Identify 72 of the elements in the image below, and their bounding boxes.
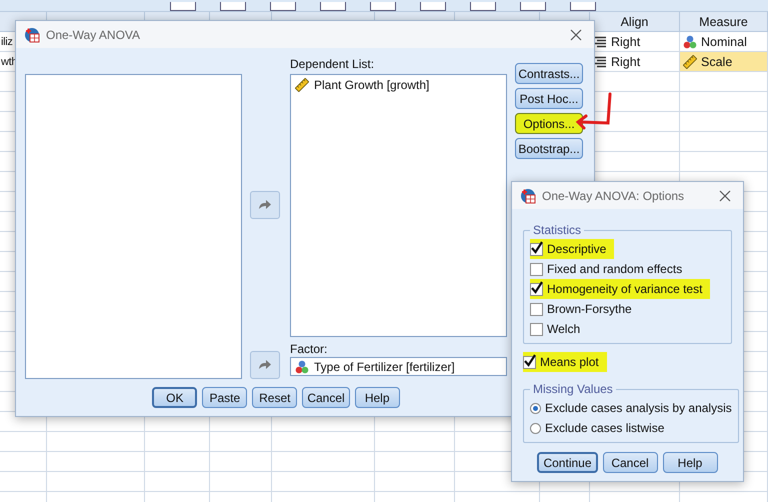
- field-label: Dependent List:: [290, 57, 374, 71]
- field-label: Factor:: [290, 342, 328, 356]
- checkbox-option[interactable]: Fixed and random effects: [530, 259, 690, 279]
- move-arrow-button[interactable]: [250, 191, 280, 219]
- close-icon[interactable]: [719, 190, 731, 202]
- arrow-icon: [258, 199, 272, 211]
- checkbox[interactable]: [530, 262, 543, 276]
- toolbar-icon[interactable]: [520, 2, 546, 11]
- checkbox-option[interactable]: Brown-Forsythe: [530, 299, 640, 319]
- dialog-button[interactable]: Help: [354, 387, 400, 408]
- checkbox[interactable]: [530, 242, 543, 256]
- checkbox[interactable]: [530, 322, 543, 336]
- table-cell: [145, 472, 210, 492]
- toolbar-icon[interactable]: [220, 2, 246, 11]
- ruler-icon: [295, 78, 309, 92]
- window-title: One-Way ANOVA: Options: [542, 188, 686, 202]
- dialog-button[interactable]: Contrasts...: [515, 63, 583, 84]
- toolbar-icon[interactable]: [470, 2, 496, 11]
- factor-field[interactable]: Type of Fertilizer [fertilizer]: [290, 357, 507, 376]
- checkbox-option[interactable]: Homogeneity of variance test: [530, 279, 710, 299]
- radio-button[interactable]: [530, 422, 541, 434]
- checkbox-option[interactable]: Means plot: [523, 352, 607, 372]
- dialog-button[interactable]: Options...: [515, 113, 583, 134]
- radio-option[interactable]: Exclude cases listwise: [530, 418, 732, 438]
- dependent-list[interactable]: Plant Growth [growth]: [290, 74, 507, 337]
- dialog-button[interactable]: Reset: [252, 387, 298, 408]
- table-cell: [0, 432, 47, 452]
- toolbar-icon[interactable]: [370, 2, 396, 11]
- table-cell: [0, 452, 47, 472]
- radio-button[interactable]: [530, 402, 541, 414]
- close-icon[interactable]: [570, 28, 582, 40]
- dialog-button[interactable]: Paste: [202, 387, 248, 408]
- dialog-button[interactable]: Help: [662, 452, 718, 473]
- window-title: One-Way ANOVA: [46, 28, 142, 42]
- group-label: Statistics: [532, 223, 582, 237]
- table-cell: [210, 452, 272, 472]
- checkbox[interactable]: [530, 282, 543, 296]
- dialog-button[interactable]: Continue: [537, 452, 598, 473]
- checkbox[interactable]: [530, 302, 543, 316]
- toolbar-icon[interactable]: [570, 2, 596, 11]
- column-header[interactable]: Measure: [680, 12, 768, 32]
- nominal-icon: [295, 360, 309, 374]
- align-right-icon: [593, 56, 607, 68]
- table-cell: [145, 452, 210, 472]
- toolbar-icon[interactable]: [170, 2, 196, 11]
- dialog-button[interactable]: Cancel: [602, 452, 658, 473]
- move-arrow-button[interactable]: [250, 351, 280, 379]
- checkbox-option[interactable]: Descriptive: [530, 239, 614, 259]
- dialog-button[interactable]: Bootstrap...: [515, 138, 583, 159]
- dialog-button[interactable]: OK: [152, 387, 198, 408]
- dialog-button[interactable]: Post Hoc...: [515, 88, 583, 109]
- table-cell: Scale: [680, 52, 768, 72]
- group-label: Missing Values: [532, 382, 614, 396]
- table-cell: [210, 432, 272, 452]
- checkbox[interactable]: [523, 356, 536, 368]
- table-cell: [145, 432, 210, 452]
- table-cell: [210, 472, 272, 492]
- ruler-icon: [683, 54, 697, 68]
- toolbar-icon[interactable]: [320, 2, 346, 11]
- toolbar-icon[interactable]: [270, 2, 296, 11]
- table-cell: [0, 472, 47, 492]
- radio-option[interactable]: Exclude cases analysis by analysis: [530, 398, 732, 418]
- column-header[interactable]: Align: [590, 12, 680, 32]
- app-icon: [520, 188, 536, 204]
- app-icon: [24, 26, 40, 42]
- nominal-icon: [683, 34, 697, 48]
- dialog-button[interactable]: Cancel: [302, 387, 350, 408]
- arrow-icon: [258, 359, 272, 371]
- checkbox-option[interactable]: Welch: [530, 319, 588, 339]
- toolbar-icon[interactable]: [420, 2, 446, 11]
- align-right-icon: [593, 36, 607, 48]
- list-item[interactable]: Plant Growth [growth]: [295, 78, 502, 92]
